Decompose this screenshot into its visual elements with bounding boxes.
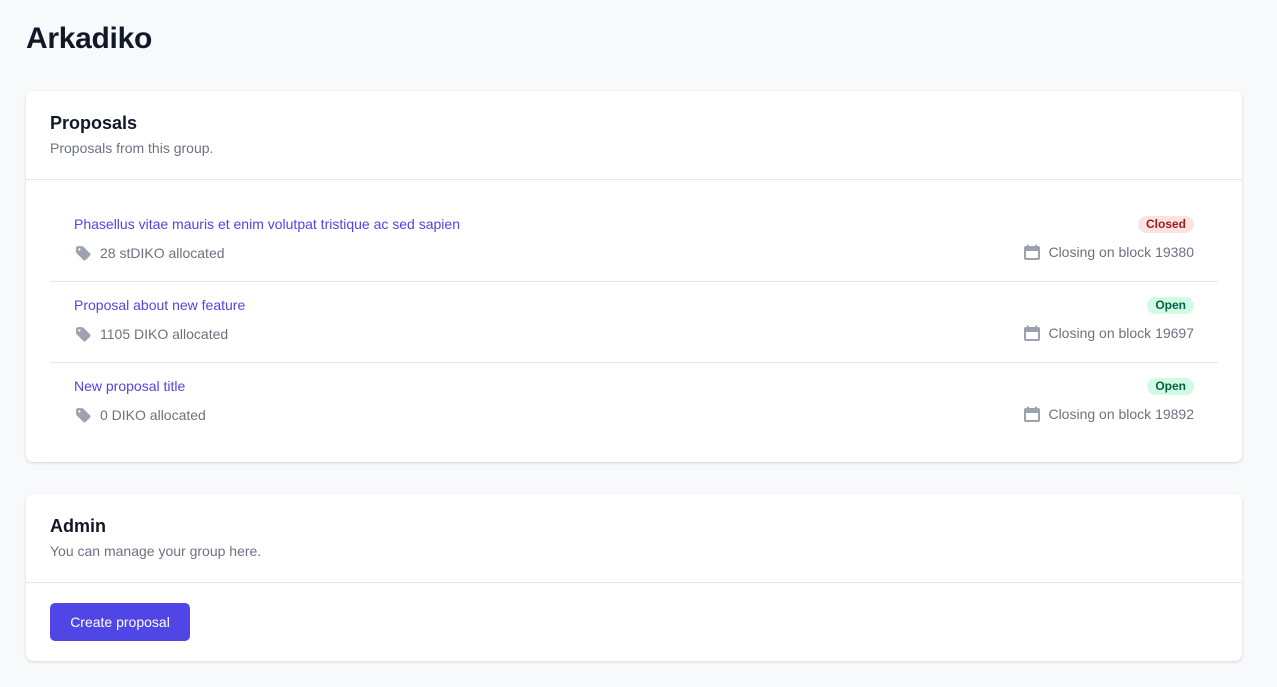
proposal-row[interactable]: Proposal about new feature Open 1105 DIK… [50, 282, 1218, 363]
proposal-title-link[interactable]: Phasellus vitae mauris et enim volutpat … [74, 216, 460, 232]
proposal-title-link[interactable]: Proposal about new feature [74, 297, 245, 313]
admin-header: Admin You can manage your group here. [26, 494, 1242, 583]
tag-icon [74, 244, 92, 262]
proposal-row[interactable]: New proposal title Open 0 DIKO allocated… [50, 363, 1218, 444]
status-badge: Closed [1137, 216, 1194, 233]
page: Arkadiko Proposals Proposals from this g… [0, 0, 1277, 687]
closing-text: Closing on block 19697 [1048, 325, 1194, 341]
closing-info: Closing on block 19892 [1024, 406, 1194, 422]
status-badge: Open [1147, 378, 1194, 395]
closing-info: Closing on block 19697 [1024, 325, 1194, 341]
calendar-icon [1024, 406, 1041, 422]
closing-text: Closing on block 19892 [1048, 406, 1194, 422]
calendar-icon [1024, 325, 1041, 341]
proposal-list: Phasellus vitae mauris et enim volutpat … [50, 201, 1218, 444]
allocation-text: 0 DIKO allocated [100, 407, 206, 423]
status-badge: Open [1147, 297, 1194, 314]
closing-text: Closing on block 19380 [1048, 244, 1194, 260]
closing-info: Closing on block 19380 [1024, 244, 1194, 260]
allocation-text: 1105 DIKO allocated [100, 326, 229, 342]
proposals-title: Proposals [50, 113, 138, 133]
create-proposal-button[interactable]: Create proposal [50, 603, 190, 641]
allocation-info: 0 DIKO allocated [74, 406, 206, 424]
allocation-info: 1105 DIKO allocated [74, 325, 228, 343]
proposals-header: Proposals Proposals from this group. [26, 91, 1242, 180]
admin-card: Admin You can manage your group here. Cr… [26, 494, 1242, 661]
allocation-text: 28 stDIKO allocated [100, 245, 225, 261]
proposal-row[interactable]: Phasellus vitae mauris et enim volutpat … [50, 201, 1218, 282]
admin-description: You can manage your group here. [50, 543, 262, 559]
calendar-icon [1024, 244, 1041, 260]
proposal-title-link[interactable]: New proposal title [74, 378, 185, 394]
allocation-info: 28 stDIKO allocated [74, 244, 225, 262]
proposals-description: Proposals from this group. [50, 140, 214, 156]
admin-title: Admin [50, 516, 106, 536]
tag-icon [74, 406, 92, 424]
page-title: Arkadiko [26, 22, 152, 55]
proposals-card: Proposals Proposals from this group. Pha… [26, 91, 1242, 462]
tag-icon [74, 325, 92, 343]
